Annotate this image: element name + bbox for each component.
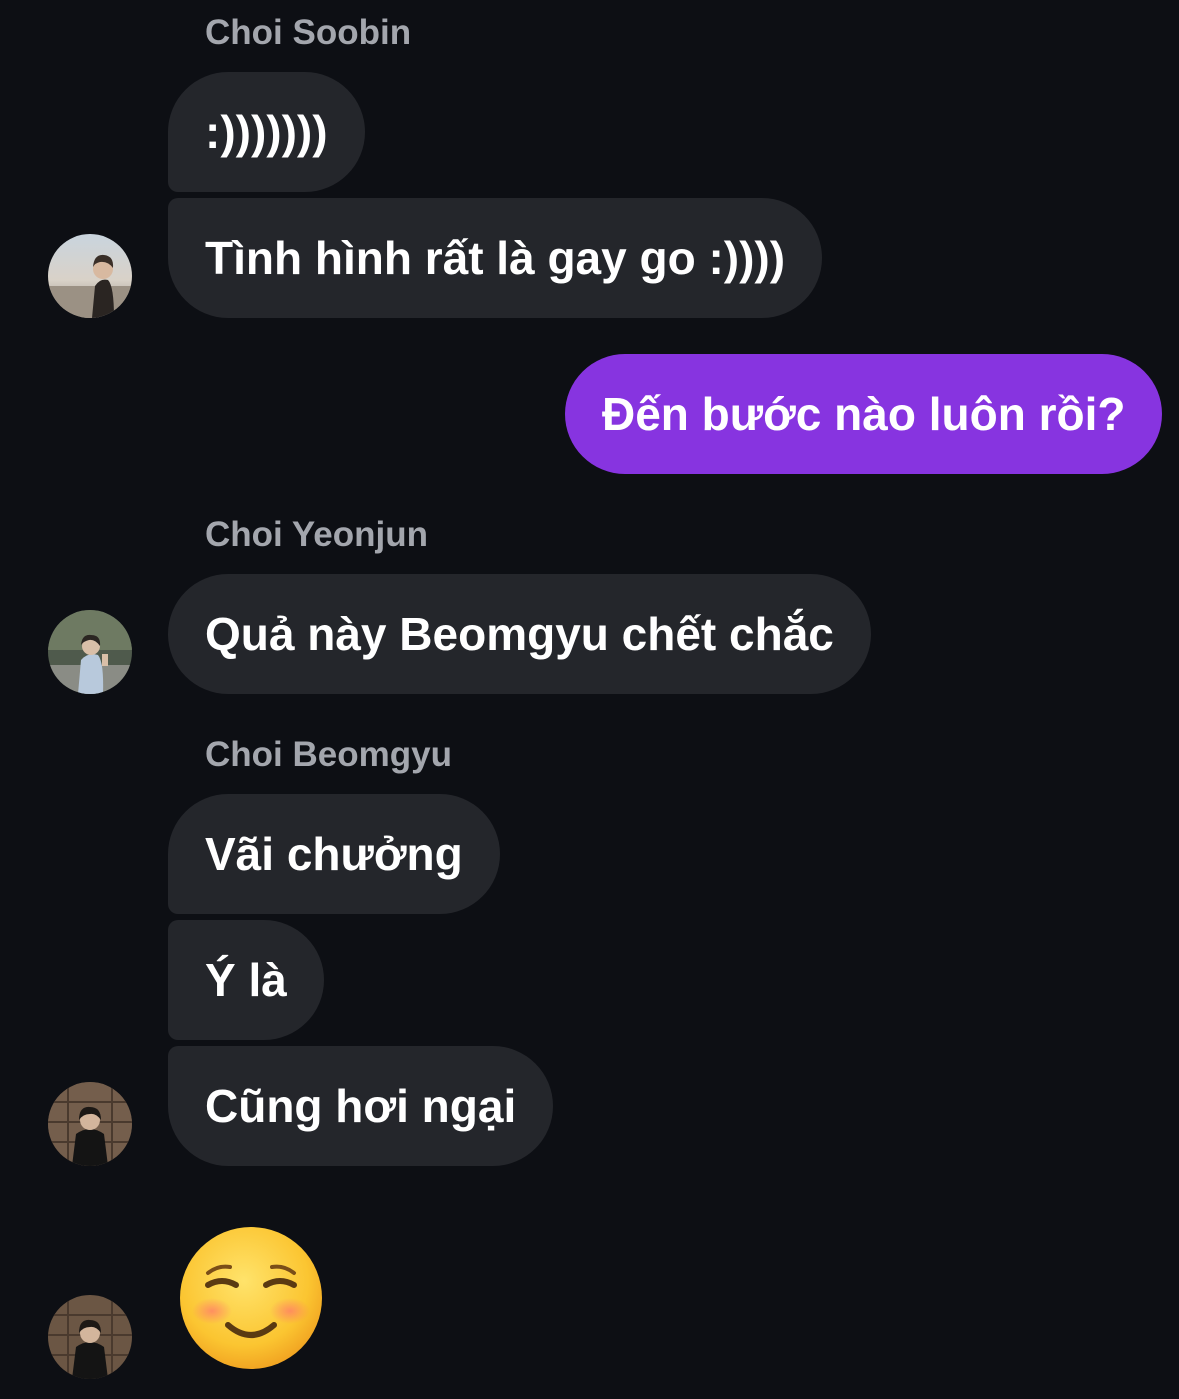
sender-name: Choi Yeonjun: [205, 515, 428, 554]
avatar-beomgyu[interactable]: [48, 1082, 132, 1166]
message-bubble[interactable]: Ý là: [168, 920, 324, 1040]
message-bubble[interactable]: Cũng hơi ngại: [168, 1046, 554, 1166]
smiling-face-emoji-icon[interactable]: [178, 1225, 324, 1371]
message-bubble[interactable]: Tình hình rất là gay go :)))): [168, 198, 823, 318]
message-bubble[interactable]: Quả này Beomgyu chết chắc: [168, 574, 871, 694]
avatar-yeonjun[interactable]: [48, 610, 132, 694]
avatar-beomgyu[interactable]: [48, 1295, 132, 1379]
sender-name: Choi Soobin: [205, 13, 412, 52]
message-bubble[interactable]: Vãi chưởng: [168, 794, 500, 914]
sender-name: Choi Beomgyu: [205, 735, 452, 774]
message-bubble[interactable]: :))))))): [168, 72, 365, 192]
avatar-soobin[interactable]: [48, 234, 132, 318]
outgoing-message-bubble[interactable]: Đến bước nào luôn rồi?: [565, 354, 1163, 474]
